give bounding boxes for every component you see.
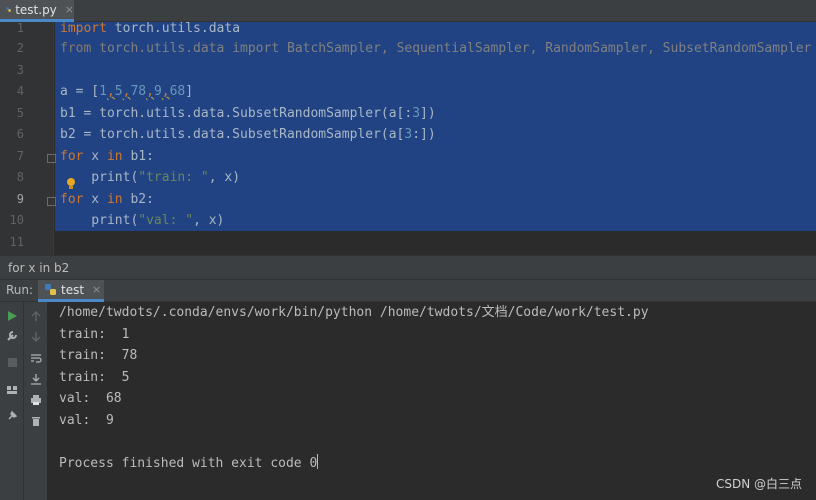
run-tool-window-header: Run: test × [0,280,816,302]
code-text: from torch.utils.data import BatchSample… [60,41,812,56]
run-toolbar-secondary [24,302,48,500]
line-number: 11 [9,235,24,249]
code-line: 3 [0,60,816,82]
breadcrumb[interactable]: for x in b2 [0,255,816,280]
code-text: print("train: ", x) [60,170,241,185]
line-number: 4 [16,84,24,98]
line-number: 1 [16,22,24,35]
wrench-icon[interactable] [4,328,20,344]
code-line: 5 b1 = torch.utils.data.SubsetRandomSamp… [0,103,816,125]
console-output-line: val: 9 [59,412,114,428]
soft-wrap-icon[interactable] [28,350,44,366]
code-line: 6 b2 = torch.utils.data.SubsetRandomSamp… [0,124,816,146]
code-editor[interactable]: 1 import torch.utils.data 2 from torch.u… [0,22,816,255]
line-number: 5 [16,106,24,120]
run-tab-close-icon[interactable]: × [92,283,101,296]
code-line: 11 [0,232,816,254]
code-text: print("val: ", x) [60,213,225,228]
console-output-line: val: 68 [59,391,122,406]
console-output-line: train: 78 [59,348,138,363]
line-number: 7 [16,149,24,163]
code-line: 10 print("val: ", x) [0,210,816,232]
run-console[interactable]: /home/twdots/.conda/envs/work/bin/python… [48,302,816,500]
editor-tab-bar: test.py × [0,0,816,22]
code-text: b1 = torch.utils.data.SubsetRandomSample… [60,106,436,121]
tab-label: test.py [15,2,57,17]
trash-icon[interactable] [28,413,44,429]
run-toolbar-primary [0,302,24,500]
code-line: 2 from torch.utils.data import BatchSamp… [0,38,816,60]
run-label: Run: [6,283,34,297]
tab-test-py[interactable]: test.py × [0,0,74,22]
watermark: CSDN @白三点 [715,477,802,491]
console-exit-line: Process finished with exit code 0 [59,453,319,471]
scroll-to-end-icon[interactable] [28,371,44,387]
code-text: for x in b1: [60,149,154,164]
line-number: 10 [9,213,24,227]
lightbulb-icon[interactable] [66,177,76,190]
console-output-line: train: 1 [59,326,130,342]
code-line: 9 for x in b2: [0,189,816,211]
fold-marker-icon[interactable] [47,197,56,206]
code-text: b2 = torch.utils.data.SubsetRandomSample… [60,127,436,142]
line-number: 9 [16,192,24,206]
arrow-down-icon[interactable] [28,329,44,345]
code-text: import torch.utils.data [60,22,241,36]
tab-close-icon[interactable]: × [65,3,74,16]
code-line: 8 print("train: ", x) [0,167,816,189]
console-command: /home/twdots/.conda/envs/work/bin/python… [59,305,649,320]
line-number: 3 [16,63,24,77]
python-file-icon [6,7,11,12]
run-tab-test[interactable]: test × [38,280,104,302]
run-tab-label: test [61,282,85,297]
code-line: 4 a = [1,5,78,9,68] [0,81,816,103]
line-number: 2 [16,41,24,55]
line-number: 8 [16,170,24,184]
text-caret [317,453,319,469]
arrow-up-icon[interactable] [28,308,44,324]
python-run-icon [45,284,56,295]
stop-icon[interactable] [4,354,20,370]
fold-marker-icon[interactable] [47,154,56,163]
code-text: a = [1,5,78,9,68] [60,84,194,99]
code-line: 1 import torch.utils.data [0,22,816,40]
code-line: 7 for x in b1: [0,146,816,168]
console-output-line: train: 5 [59,369,130,385]
rerun-icon[interactable] [4,308,20,324]
pin-icon[interactable] [4,408,20,424]
code-text: for x in b2: [60,192,154,207]
line-number: 6 [16,127,24,141]
print-icon[interactable] [28,392,44,408]
layout-icon[interactable] [4,382,20,398]
